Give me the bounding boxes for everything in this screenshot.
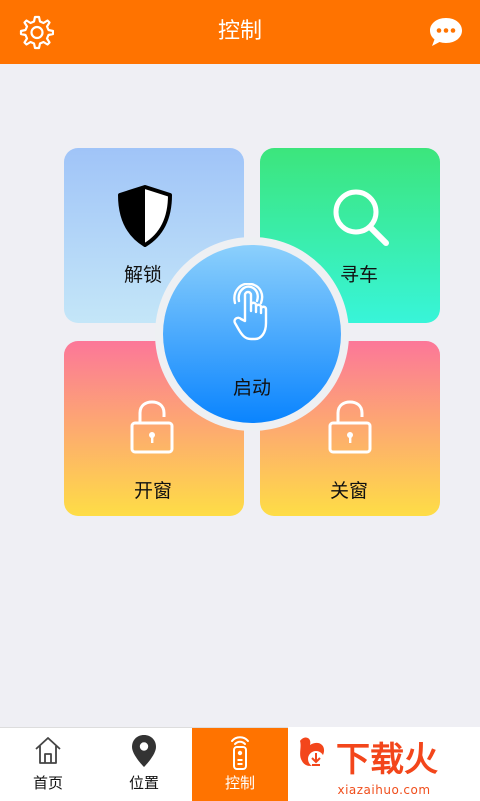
tab-location[interactable]: 位置 <box>96 728 192 801</box>
logo-text: 下载火 <box>336 740 438 780</box>
tab-home[interactable]: 首页 <box>0 728 96 801</box>
search-icon <box>330 186 392 252</box>
watermark-url: xiazaihuo.com <box>337 783 431 797</box>
tile-label: 解锁 <box>124 264 163 286</box>
shield-icon <box>116 184 174 252</box>
tab-label: 位置 <box>128 774 159 792</box>
remote-control-icon <box>192 734 288 770</box>
tile-label: 寻车 <box>340 264 379 286</box>
tile-label: 关窗 <box>330 480 369 502</box>
top-bar: 控制 <box>0 0 480 64</box>
start-button-face[interactable]: 启动 <box>163 245 341 423</box>
padlock-icon <box>326 399 374 459</box>
touch-finger-icon <box>231 282 277 347</box>
chat-bubble-icon[interactable] <box>426 12 466 52</box>
page-title: 控制 <box>217 19 262 44</box>
padlock-icon <box>128 399 176 459</box>
tile-label: 开窗 <box>134 480 173 502</box>
xiazaihuo-logo: 下载火 <box>298 733 470 781</box>
watermark-ad: 下载火 xiazaihuo.com <box>288 727 480 800</box>
location-pin-icon <box>96 734 192 768</box>
tab-label: 控制 <box>224 774 255 792</box>
start-button[interactable]: 启动 <box>155 237 349 431</box>
tab-label: 首页 <box>32 774 63 792</box>
tab-control[interactable]: 控制 <box>192 728 288 801</box>
home-icon <box>0 734 96 768</box>
start-label: 启动 <box>232 377 271 399</box>
